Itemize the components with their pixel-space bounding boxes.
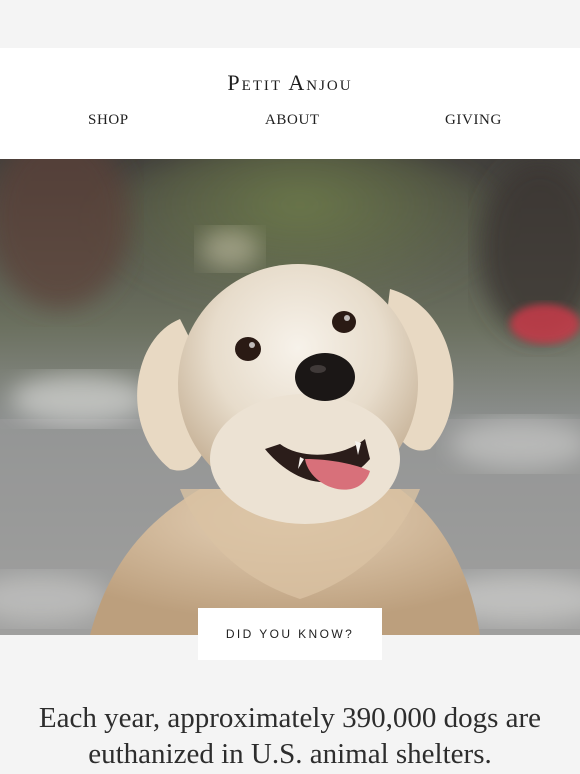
did-you-know-button[interactable]: DID YOU KNOW? — [198, 608, 382, 660]
nav-item-about[interactable]: ABOUT — [265, 112, 320, 129]
top-band — [0, 0, 580, 48]
nav-item-giving[interactable]: GIVING — [445, 112, 502, 129]
main-nav: SHOP ABOUT GIVING — [0, 112, 580, 132]
site-header: Petit Anjou SHOP ABOUT GIVING — [0, 48, 580, 159]
dog-photo — [0, 159, 580, 635]
fact-text: Each year, approximately 390,000 dogs ar… — [0, 700, 580, 772]
fact-line-1: Each year, approximately 390,000 dogs ar… — [38, 702, 542, 734]
fact-line-2: euthanized in U.S. animal shelters. — [88, 738, 492, 770]
hero-image — [0, 159, 580, 635]
nav-item-shop[interactable]: SHOP — [88, 112, 129, 129]
brand-name[interactable]: Petit Anjou — [227, 68, 352, 98]
brand-logo[interactable]: Petit Anjou — [0, 48, 580, 98]
